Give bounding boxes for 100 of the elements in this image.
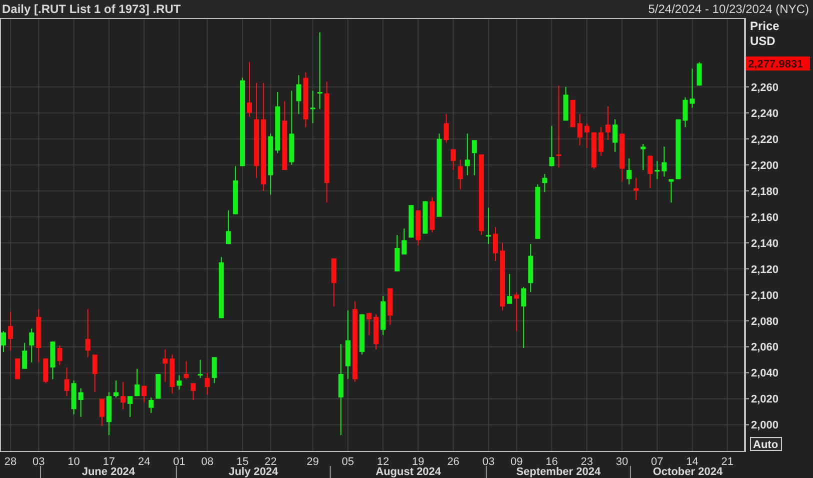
candlestick: [430, 196, 435, 233]
candlestick: [690, 68, 695, 108]
candlestick: [472, 140, 477, 176]
candlestick: [486, 207, 491, 245]
last-price-label: 2,277.9831: [746, 56, 810, 70]
date-tick-label: 14: [686, 456, 698, 468]
candlestick: [676, 118, 681, 180]
candlestick: [310, 90, 316, 124]
date-tick-label: 03: [482, 456, 495, 468]
candlestick: [640, 144, 646, 171]
date-tick-label: 19: [412, 456, 424, 468]
month-label: August 2024: [376, 466, 442, 478]
date-tick-label: 16: [546, 456, 558, 468]
candlestick: [507, 273, 512, 304]
price-tick-label: 2,160: [751, 212, 779, 224]
price-tick-label: 2,040: [751, 368, 779, 380]
price-tick-label: 2,060: [751, 342, 779, 354]
date-range: 5/24/2024 - 10/23/2024 (NYC): [648, 1, 810, 18]
candlestick: [190, 382, 196, 401]
price-tick-label: 2,140: [751, 238, 779, 250]
candlestick: [654, 160, 660, 180]
candlestick: [92, 354, 98, 393]
price-tick-label: 2,200: [751, 160, 779, 172]
price-tick-label: 2,220: [751, 134, 779, 146]
candlestick: [422, 200, 428, 234]
price-tick-label: 2,240: [751, 108, 779, 120]
candlestick: [416, 210, 421, 246]
candlestick: [232, 166, 238, 215]
date-tick-label: 21: [721, 456, 734, 468]
candlestick: [50, 341, 56, 380]
price-tick-label: 2,260: [751, 82, 779, 94]
candlestick: [380, 296, 386, 336]
candlestick: [85, 308, 90, 358]
candlestick: [218, 256, 224, 319]
candlestick: [29, 328, 34, 363]
candlestick: [8, 311, 14, 352]
candlestick: [444, 114, 449, 144]
candlestick: [388, 288, 393, 326]
price-tick-label: 2,120: [751, 264, 779, 276]
candlestick: [626, 158, 632, 185]
candlestick: [198, 359, 203, 378]
candlestick: [148, 396, 154, 414]
candlestick: [134, 368, 140, 397]
price-tick-label: 2,080: [751, 316, 779, 328]
candlestick: [570, 99, 576, 128]
candlestick: [394, 234, 400, 272]
date-tick-label: 09: [510, 456, 523, 468]
candlestick: [296, 74, 302, 115]
candlestick: [696, 62, 702, 86]
candlestick: [598, 126, 604, 156]
candlestick: [212, 356, 217, 384]
candlestick: [128, 396, 133, 418]
candlestick: [402, 228, 407, 255]
candlestick: [170, 354, 175, 394]
candlestick: [113, 380, 118, 398]
candlestick: [303, 72, 308, 128]
candlestick: [57, 344, 62, 366]
candlestick: [176, 374, 182, 390]
candlestick: [247, 62, 252, 118]
candlestick: [106, 392, 112, 436]
candlestick: [64, 367, 70, 397]
chart-title: Daily [.RUT List 1 of 1973] .RUT: [2, 1, 181, 18]
date-tick-label: 24: [138, 456, 150, 468]
month-label: September 2024: [516, 466, 601, 478]
candlestick: [682, 96, 688, 128]
candlestick: [43, 358, 48, 384]
candlestick: [408, 204, 414, 238]
date-tick-label: 08: [201, 456, 214, 468]
currency-label: USD: [750, 34, 776, 48]
auto-scale-button[interactable]: Auto: [750, 437, 782, 451]
price-tick-label: 2,020: [751, 394, 779, 406]
candlestick: [563, 86, 568, 122]
date-tick-label: 28: [4, 456, 17, 468]
date-tick-label: 22: [264, 456, 277, 468]
candlestick: [204, 372, 210, 396]
candlestick: [605, 106, 610, 141]
candlestick: [282, 100, 288, 171]
date-tick-label: 07: [651, 456, 664, 468]
candlestick: [535, 184, 540, 240]
candlestick: [514, 292, 520, 332]
date-tick-label: 29: [306, 456, 319, 468]
candlestick: [331, 258, 336, 307]
date-tick-label: 03: [32, 456, 45, 468]
axis-title: Price: [750, 19, 780, 33]
date-tick-label: 30: [616, 456, 628, 468]
candlestick: [591, 132, 596, 170]
candlestick: [612, 118, 618, 152]
candlestick: [584, 122, 590, 148]
candlestick: [78, 388, 84, 418]
candlestick: [620, 133, 624, 182]
price-tick-label: 2,100: [751, 290, 779, 302]
candlestick: [36, 308, 42, 363]
candlestick: [99, 398, 104, 426]
candlestick: [528, 244, 534, 293]
price-tick-label: 2,000: [751, 420, 779, 432]
date-tick-label: 26: [447, 456, 460, 468]
candlestick: [22, 342, 28, 370]
candlestick: [500, 242, 506, 311]
date-tick-label: 10: [68, 456, 80, 468]
candlestick: [493, 226, 498, 262]
